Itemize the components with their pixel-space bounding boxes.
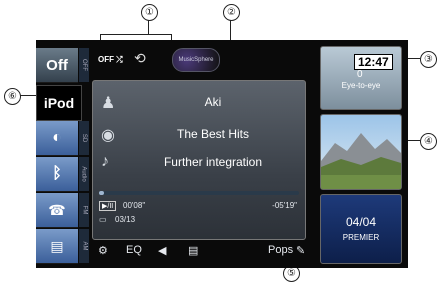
artist-row: ♟ Aki [93,91,305,117]
source-sd-button[interactable]: ◐ [36,121,78,156]
genre-button[interactable]: Pops [268,244,293,256]
music-note-icon: ♪ [101,153,109,170]
artwork-column: 0 Eye-to-eye 12:47 04/04 PREMIER [314,42,406,266]
callout-4-line [408,140,420,141]
album-icon: ◉ [101,127,115,144]
source-off-button[interactable]: Off [36,48,78,83]
album-title: The Best Hits [176,127,250,141]
artwork-item-prev-title: Eye-to-eye [341,81,381,90]
callout-1-bracket [100,34,172,35]
shuffle-button[interactable]: OFF ⤮ [98,55,123,65]
device-icon: ▤ [50,237,64,254]
source-phone-button[interactable]: ☎ [36,193,78,228]
source-strip-audio: Audio [79,157,89,191]
repeat-icon[interactable]: ⟲ [134,50,146,67]
artwork-item-prev-number: 0 [357,69,363,80]
source-strip-fm: FM [79,193,89,227]
artist-name: Aki [204,95,222,109]
callout-4: ④ [420,133,437,150]
bluetooth-icon: ᛒ [52,165,62,182]
source-bluetooth-button[interactable]: ᛒ [36,157,78,192]
source-external-button[interactable]: ▤ [36,229,78,264]
callout-6: ⑥ [4,88,21,105]
artwork-item-next[interactable]: 04/04 PREMIER [320,194,402,264]
play-pause-indicator: ▶/II [99,201,117,211]
artwork-item-next-title: PREMIER [342,233,380,242]
track-count: 03/13 [115,215,136,224]
source-strip-am: AM [79,229,89,263]
callout-1: ① [141,4,158,21]
callout-2: ② [223,4,240,21]
source-ipod-button[interactable]: iPod [36,85,82,121]
shuffle-status: OFF [98,55,114,64]
genre-edit-icon[interactable]: ✎ [296,244,305,257]
source-column: Off iPod ◐ ᛒ ☎ ▤ OFF SD Audio FM AM [36,40,89,268]
track-list-icon: ▭ [99,215,107,224]
artwork-item-current[interactable] [320,114,402,190]
eq-button[interactable]: EQ [126,244,142,256]
settings-icon[interactable]: ⚙ [98,244,108,257]
musicsphere-button[interactable]: MusicSphere [172,48,220,72]
disc-icon: ◐ [52,129,62,146]
clock: 12:47 [354,54,393,70]
list-icon[interactable]: ▤ [188,244,198,257]
landscape-artwork [321,115,401,189]
top-bar: OFF ⤮ ⟲ MusicSphere [92,42,312,76]
artist-icon: ♟ [101,95,116,112]
back-icon[interactable]: ◀ [158,244,166,257]
callout-1-line [148,20,149,34]
source-strip-off: OFF [79,48,89,82]
progress-fill [99,191,104,195]
phone-icon: ☎ [48,201,66,218]
album-row: ◉ The Best Hits [93,123,305,149]
bottom-toolbar: ⚙ EQ ◀ ▤ Pops ✎ [92,240,332,266]
source-strip-sd: SD [79,121,89,155]
callout-3: ③ [420,51,437,68]
elapsed-time: 00'08" [123,201,146,210]
shuffle-icon: ⤮ [116,55,123,64]
artwork-item-next-number: 04/04 [345,215,377,229]
now-playing-panel: ♟ Aki ◉ The Best Hits ♪ Further integrat… [92,80,306,240]
song-title: Further integration [163,155,263,169]
song-row: ♪ Further integration [93,151,305,177]
progress-bar[interactable] [99,191,299,195]
device-screen: Off iPod ◐ ᛒ ☎ ▤ OFF SD Audio FM AM OFF … [36,40,408,268]
remaining-time: -05'19" [272,201,297,210]
